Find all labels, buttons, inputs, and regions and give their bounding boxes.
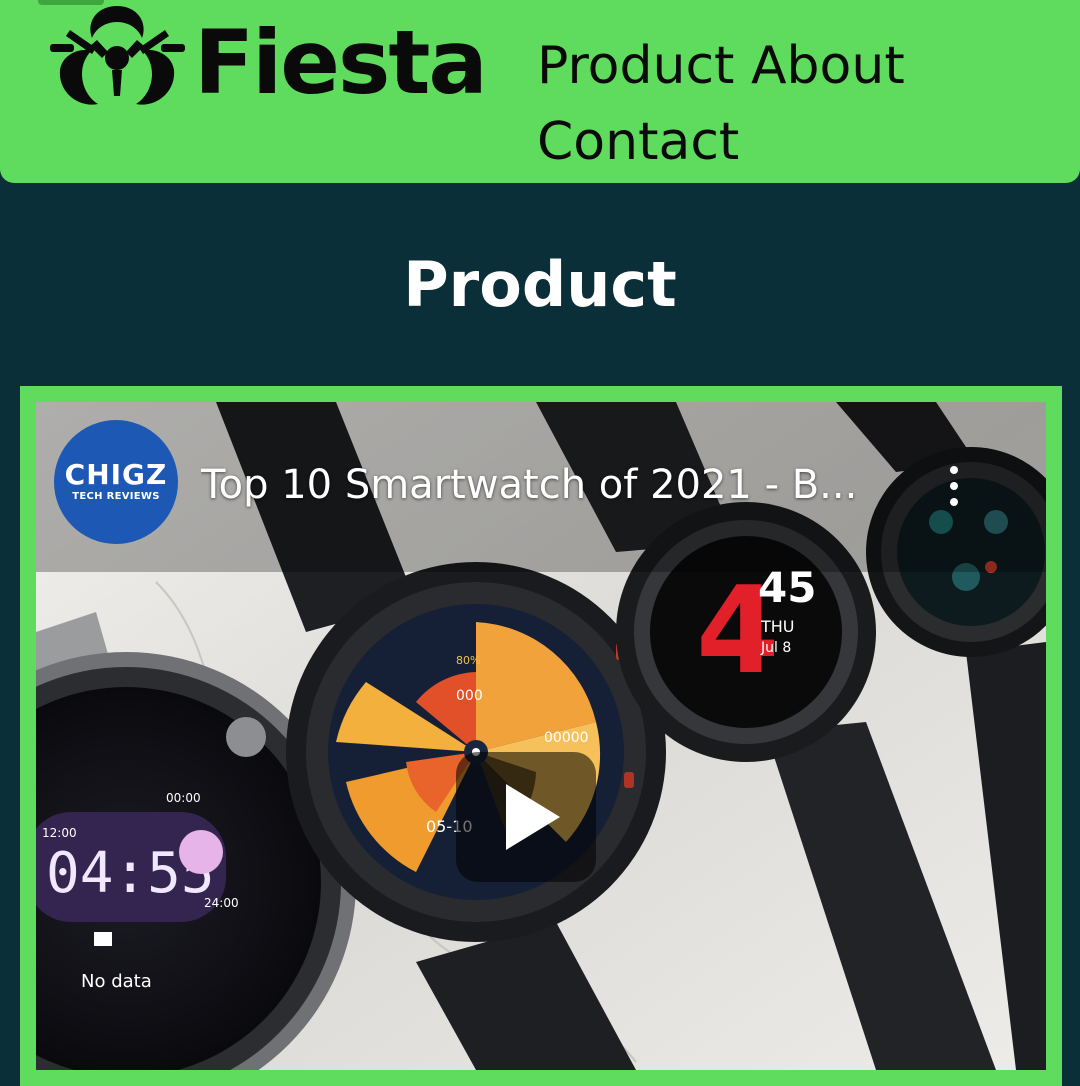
watch3-day: THU bbox=[760, 617, 795, 636]
watch1-top-time: 00:00 bbox=[166, 791, 201, 805]
watch2-steps: 00000 bbox=[544, 730, 589, 746]
biohazard-icon[interactable] bbox=[50, 0, 185, 112]
video-title[interactable]: Top 10 Smartwatch of 2021 - B... bbox=[201, 460, 901, 510]
main-nav: Product About Contact bbox=[537, 28, 957, 180]
watch1-left-time: 12:00 bbox=[42, 826, 77, 840]
play-icon[interactable] bbox=[456, 752, 596, 882]
nav-link-product[interactable]: Product bbox=[537, 36, 734, 96]
site-header: Fiesta Product About Contact bbox=[0, 0, 1080, 183]
watch2-heart: 000 bbox=[456, 688, 483, 704]
more-vertical-icon[interactable] bbox=[936, 462, 972, 518]
watch3-date: Jul 8 bbox=[760, 640, 791, 656]
watch1-status: No data bbox=[81, 971, 152, 992]
brand-name[interactable]: Fiesta bbox=[194, 8, 488, 118]
nav-link-contact[interactable]: Contact bbox=[537, 112, 739, 172]
avatar-main-text: CHIGZ bbox=[64, 458, 168, 491]
section-title: Product bbox=[403, 248, 677, 321]
channel-avatar[interactable]: CHIGZ TECH REVIEWS bbox=[54, 420, 178, 544]
watch2-percent: 80% bbox=[456, 654, 480, 667]
nav-link-about[interactable]: About bbox=[751, 36, 905, 96]
video-embed-frame: 04:55 00:00 12:00 24:00 No data 000 0000… bbox=[20, 386, 1062, 1086]
video-player[interactable]: 04:55 00:00 12:00 24:00 No data 000 0000… bbox=[36, 402, 1046, 1070]
avatar-sub-text: TECH REVIEWS bbox=[72, 491, 160, 502]
watch1-right-time: 24:00 bbox=[204, 896, 239, 910]
